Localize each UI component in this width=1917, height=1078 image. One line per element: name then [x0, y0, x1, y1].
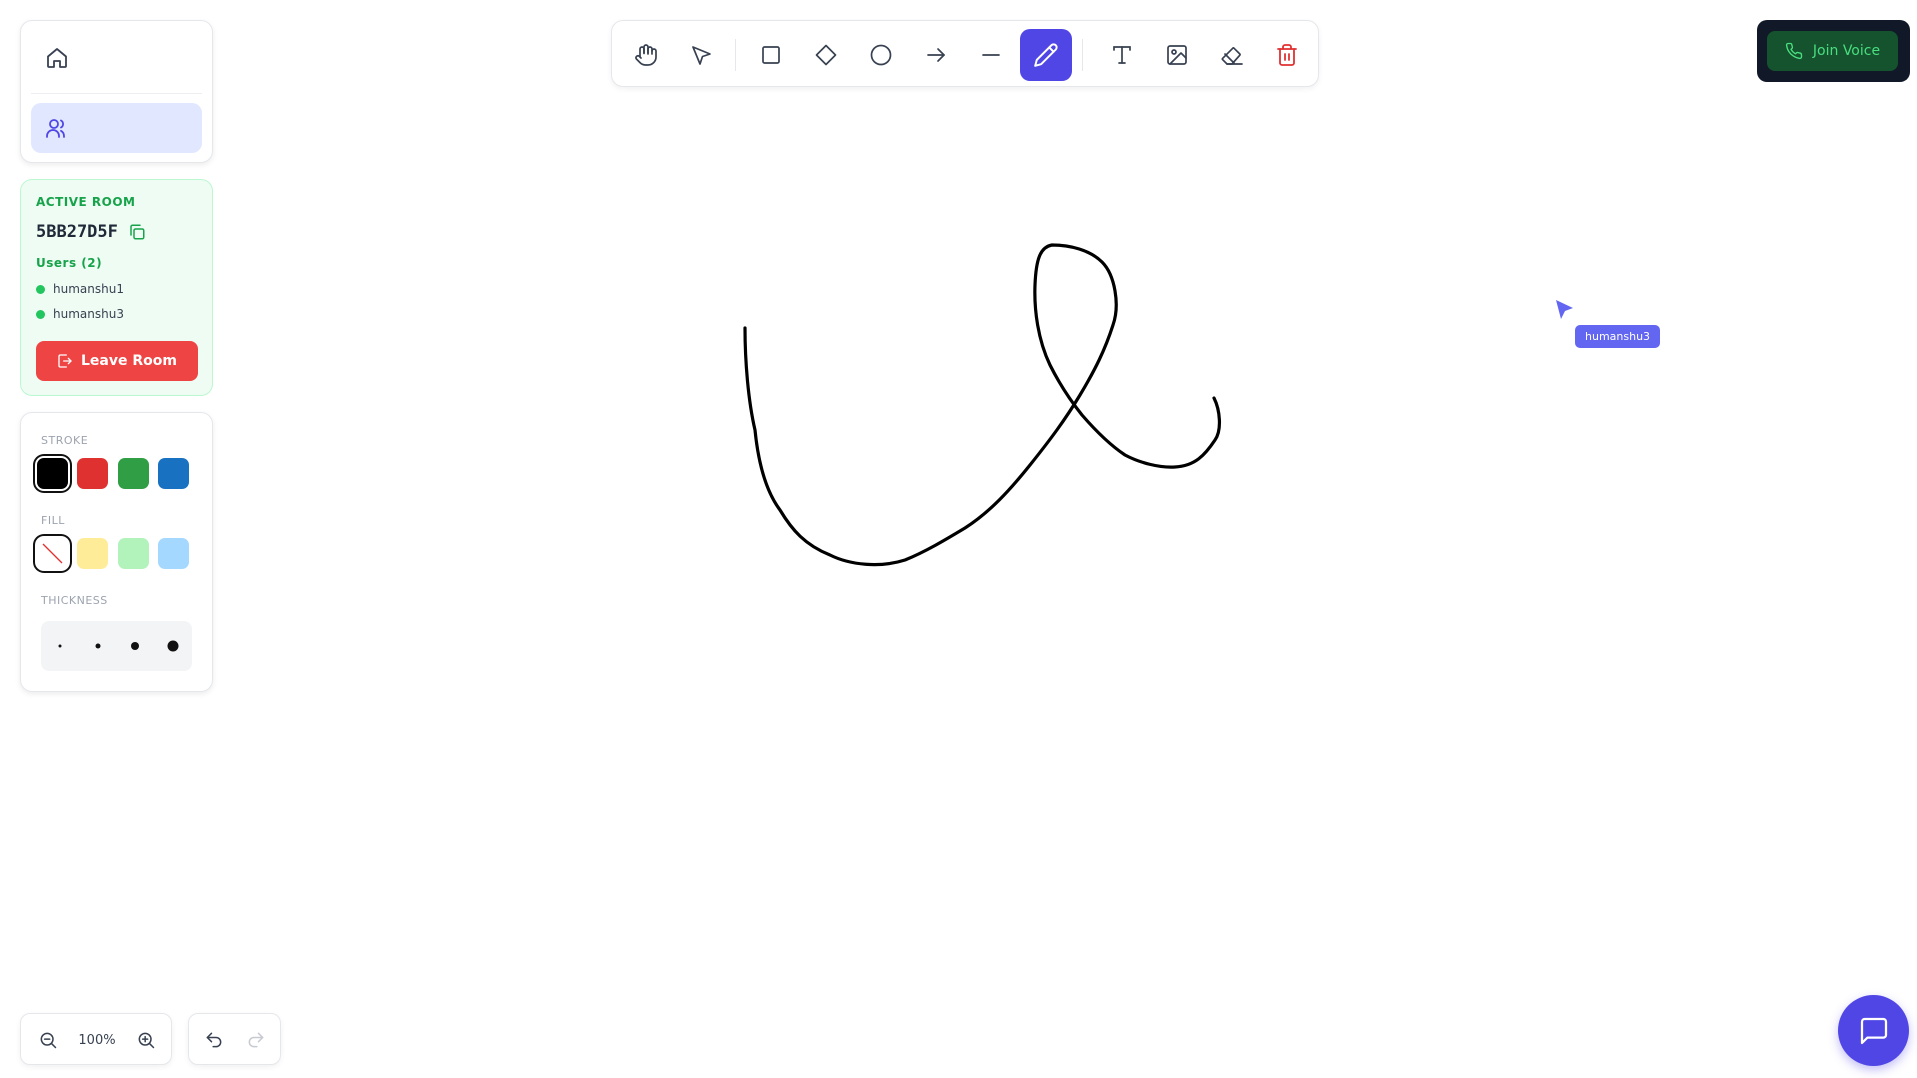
remote-cursor-pointer — [1556, 300, 1573, 319]
thickness-label: Thickness — [41, 594, 108, 607]
fill-swatch-blue[interactable] — [158, 538, 189, 569]
chat-icon — [1860, 1017, 1887, 1044]
history-controls — [188, 1013, 281, 1065]
cursor-icon — [692, 46, 711, 65]
thickness-selector — [41, 621, 192, 671]
diamond-icon — [815, 44, 837, 66]
user-list-item: humanshu3 — [36, 307, 124, 321]
join-voice-button[interactable]: Join Voice — [1767, 31, 1898, 71]
users-heading: Users (2) — [36, 256, 103, 270]
nav-card — [20, 20, 213, 163]
fill-swatch-green[interactable] — [118, 538, 149, 569]
hand-tool-button[interactable] — [620, 29, 672, 81]
hand-icon — [635, 44, 657, 66]
text-tool-button[interactable] — [1096, 29, 1148, 81]
rectangle-tool-button[interactable] — [745, 29, 797, 81]
circle-icon — [870, 44, 892, 66]
arrow-tool-button[interactable] — [910, 29, 962, 81]
arrow-right-icon — [927, 48, 945, 62]
leave-room-button[interactable]: Leave Room — [36, 341, 198, 381]
room-card: Active Room 5BB27D5F Users (2) humanshu1… — [20, 179, 213, 396]
stroke-swatch-red[interactable] — [77, 458, 108, 489]
line-tool-button[interactable] — [965, 29, 1017, 81]
home-button[interactable] — [31, 33, 202, 83]
users-icon — [46, 119, 65, 138]
eraser-icon — [1221, 47, 1243, 65]
tool-bar — [611, 20, 1319, 87]
fill-label: Fill — [41, 514, 65, 527]
ellipse-tool-button[interactable] — [855, 29, 907, 81]
online-status-dot — [36, 309, 45, 319]
zoom-level: 100% — [78, 1032, 116, 1048]
stroke-swatch-black[interactable] — [37, 458, 68, 489]
voice-panel: Join Voice — [1757, 20, 1910, 82]
remote-cursor-label: humanshu3 — [1575, 325, 1661, 348]
undo-button[interactable] — [199, 1025, 229, 1055]
line-icon — [982, 54, 1000, 56]
redo-icon — [248, 1032, 264, 1048]
users-button[interactable] — [31, 103, 202, 153]
online-status-dot — [36, 284, 45, 294]
zoom-in-icon — [138, 1032, 155, 1049]
undo-icon — [206, 1032, 222, 1048]
delete-all-button[interactable] — [1261, 29, 1313, 81]
copy-icon[interactable] — [128, 223, 146, 241]
user-name: humanshu1 — [53, 282, 124, 296]
zoom-controls: 100% — [20, 1013, 172, 1065]
no-fill-icon — [42, 543, 63, 564]
phone-icon — [1785, 42, 1803, 60]
diamond-tool-button[interactable] — [800, 29, 852, 81]
join-voice-label: Join Voice — [1812, 43, 1881, 59]
thickness-option-thick[interactable] — [131, 642, 139, 650]
stroke-swatch-blue[interactable] — [158, 458, 189, 489]
room-id: 5BB27D5F — [36, 222, 146, 242]
room-id-text: 5BB27D5F — [36, 222, 118, 242]
user-list-item: humanshu1 — [36, 282, 124, 296]
fill-swatch-transparent[interactable] — [37, 538, 68, 569]
trash-icon — [1277, 44, 1297, 66]
redo-button[interactable] — [241, 1025, 271, 1055]
text-icon — [1113, 46, 1131, 64]
zoom-out-icon — [40, 1032, 57, 1049]
thickness-option-extra-thick[interactable] — [167, 640, 179, 652]
nav-divider — [31, 93, 202, 94]
fill-swatch-yellow[interactable] — [77, 538, 108, 569]
user-name: humanshu3 — [53, 307, 124, 321]
room-heading: Active Room — [36, 195, 136, 209]
zoom-out-button[interactable] — [33, 1025, 63, 1055]
chat-button[interactable] — [1838, 995, 1909, 1066]
home-icon — [47, 48, 67, 68]
select-tool-button[interactable] — [675, 29, 727, 81]
thickness-option-medium[interactable] — [95, 643, 101, 649]
pencil-icon — [1034, 43, 1058, 67]
eraser-tool-button[interactable] — [1206, 29, 1258, 81]
rectangle-icon — [762, 46, 780, 64]
drawing-canvas[interactable] — [0, 0, 1917, 1078]
image-icon — [1167, 45, 1187, 65]
pencil-tool-button[interactable] — [1020, 29, 1072, 81]
freehand-stroke[interactable] — [743, 243, 1221, 567]
zoom-in-button[interactable] — [131, 1025, 161, 1055]
style-panel: Stroke Fill Thickness — [20, 412, 213, 692]
image-tool-button[interactable] — [1151, 29, 1203, 81]
stroke-label: Stroke — [41, 434, 89, 447]
thickness-option-thin[interactable] — [58, 644, 62, 648]
toolbar-separator — [735, 39, 736, 71]
leave-room-label: Leave Room — [81, 353, 177, 369]
toolbar-separator — [1082, 39, 1083, 71]
stroke-swatch-green[interactable] — [118, 458, 149, 489]
logout-icon — [58, 354, 72, 368]
